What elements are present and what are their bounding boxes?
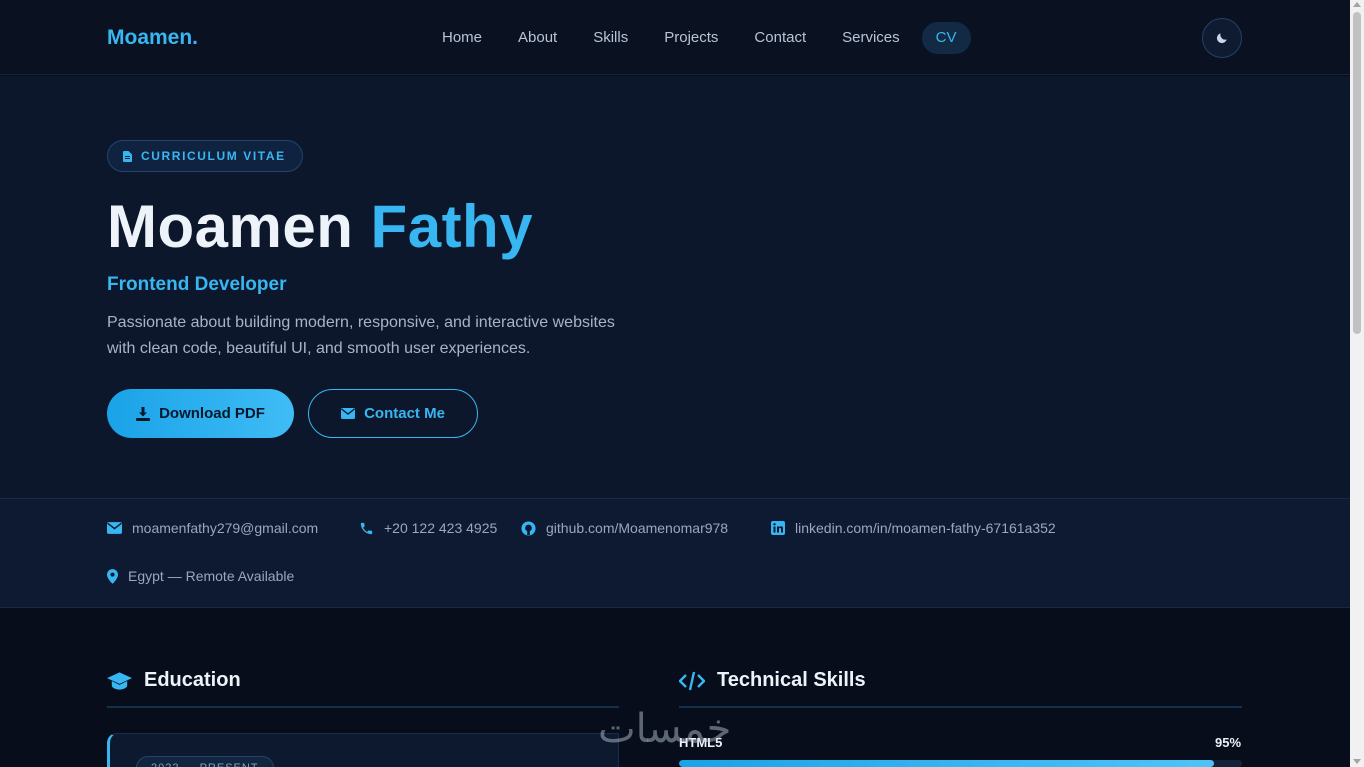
skill-progress-track	[679, 760, 1242, 767]
envelope-icon	[341, 408, 356, 419]
education-heading: Education	[107, 669, 241, 692]
badge-label: CURRICULUM VITAE	[141, 149, 286, 163]
education-title: Education	[144, 669, 241, 691]
skill-progress-fill	[679, 760, 1214, 767]
navbar: Moamen. Home About Skills Projects Conta…	[0, 0, 1350, 75]
graduation-cap-icon	[107, 671, 132, 690]
contact-strip: moamenfathy279@gmail.com +20 122 423 492…	[0, 498, 1350, 608]
github-icon	[521, 520, 536, 536]
contact-github[interactable]: github.com/Moamenomar978	[521, 520, 728, 536]
skills-heading: Technical Skills	[679, 669, 866, 692]
contact-email[interactable]: moamenfathy279@gmail.com	[107, 520, 318, 536]
code-icon	[679, 671, 705, 690]
nav-link-about[interactable]: About	[500, 22, 575, 54]
scroll-down-arrow[interactable]	[1353, 759, 1361, 764]
nav-link-services[interactable]: Services	[824, 22, 918, 54]
skills-divider	[679, 706, 1242, 708]
hero-name: Moamen Fathy	[107, 192, 533, 261]
watermark-logo: خمسات	[598, 706, 732, 752]
contact-linkedin[interactable]: linkedin.com/in/moamen-fathy-67161a352	[771, 520, 1056, 536]
download-pdf-label: Download PDF	[159, 405, 265, 422]
education-divider	[107, 706, 619, 708]
contact-linkedin-text: linkedin.com/in/moamen-fathy-67161a352	[795, 520, 1056, 536]
nav-links: Home About Skills Projects Contact Servi…	[424, 22, 971, 54]
document-icon	[123, 150, 132, 162]
map-pin-icon	[107, 568, 118, 584]
hero-last-name: Fathy	[370, 193, 534, 260]
download-icon	[136, 406, 151, 421]
hero-section: CURRICULUM VITAE Moamen Fathy Frontend D…	[0, 76, 1350, 498]
scroll-up-arrow[interactable]	[1353, 2, 1361, 7]
hero-first-name: Moamen	[107, 193, 354, 260]
skills-title: Technical Skills	[717, 669, 866, 691]
nav-link-skills[interactable]: Skills	[575, 22, 646, 54]
nav-link-contact[interactable]: Contact	[736, 22, 824, 54]
skill-percent: 95%	[1215, 735, 1242, 750]
contact-email-text: moamenfathy279@gmail.com	[132, 520, 319, 536]
theme-toggle-button[interactable]	[1202, 18, 1242, 58]
contact-location: Egypt — Remote Available	[107, 568, 294, 584]
scroll-thumb[interactable]	[1353, 12, 1361, 334]
contact-me-button[interactable]: Contact Me	[308, 389, 478, 438]
contact-location-text: Egypt — Remote Available	[128, 568, 295, 584]
linkedin-icon	[771, 521, 785, 535]
hero-role: Frontend Developer	[107, 274, 287, 295]
phone-icon	[360, 522, 373, 534]
site-logo[interactable]: Moamen.	[107, 26, 198, 50]
download-pdf-button[interactable]: Download PDF	[107, 389, 294, 438]
education-date-badge: 2022 — PRESENT	[136, 756, 274, 767]
nav-link-home[interactable]: Home	[424, 22, 500, 54]
education-card: 2022 — PRESENT	[107, 733, 619, 767]
contact-github-text: github.com/Moamenomar978	[546, 520, 729, 536]
envelope-icon	[107, 522, 122, 534]
nav-link-projects[interactable]: Projects	[646, 22, 736, 54]
page-scrollbar[interactable]	[1350, 0, 1364, 767]
contact-phone-text: +20 122 423 4925	[384, 520, 498, 536]
contact-phone[interactable]: +20 122 423 4925	[359, 520, 497, 536]
nav-link-cv[interactable]: CV	[921, 22, 971, 54]
hero-description: Passionate about building modern, respon…	[107, 314, 615, 357]
moon-icon	[1216, 33, 1227, 44]
cv-badge: CURRICULUM VITAE	[107, 140, 303, 172]
contact-me-label: Contact Me	[364, 405, 445, 422]
